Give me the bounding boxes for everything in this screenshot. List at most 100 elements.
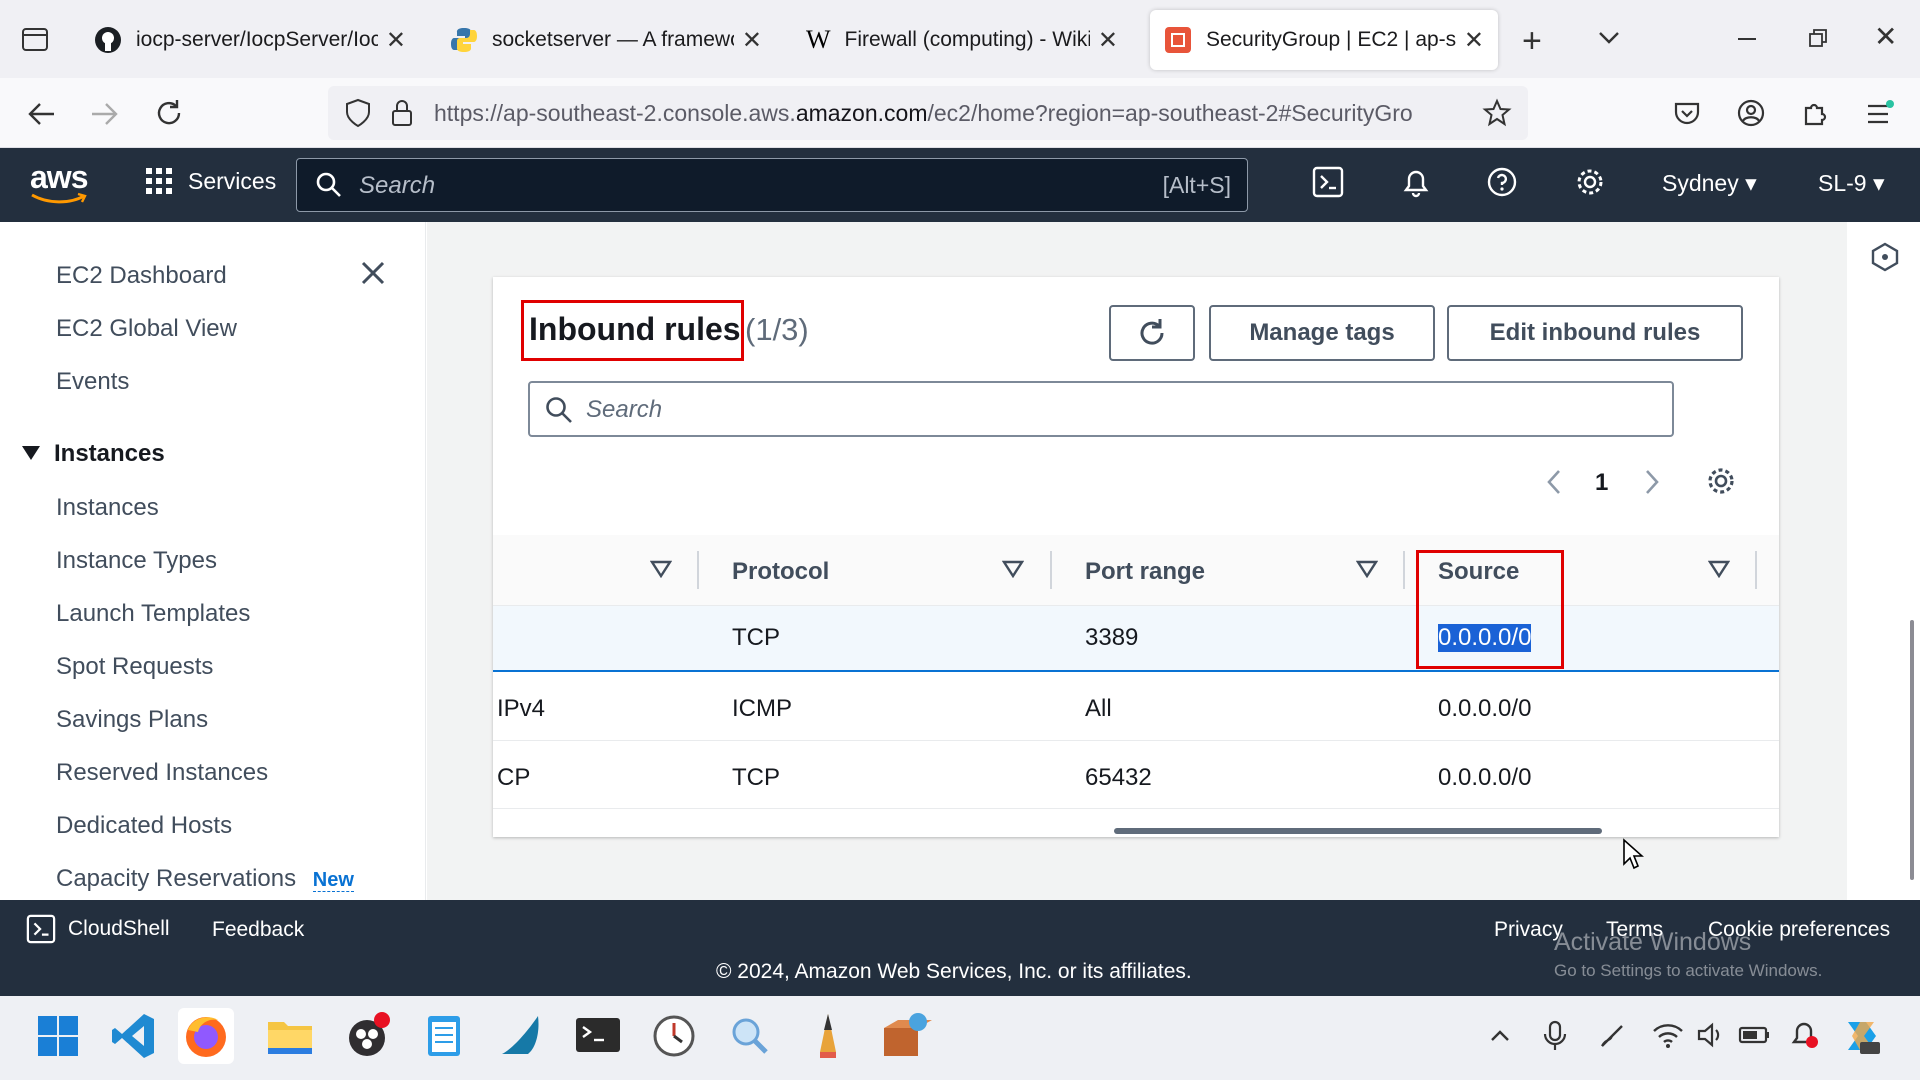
notifications-bell-icon[interactable] xyxy=(1400,166,1432,198)
tab-overflow-chevron-icon[interactable] xyxy=(1596,24,1622,50)
obs-icon[interactable] xyxy=(340,1008,396,1064)
browser-tab-active[interactable]: SecurityGroup | EC2 | ap-so ✕ xyxy=(1150,10,1498,70)
prev-page-icon[interactable] xyxy=(1543,467,1565,497)
sort-filter-icon[interactable] xyxy=(1002,560,1024,578)
notepad-icon[interactable] xyxy=(416,1008,472,1064)
volume-icon[interactable] xyxy=(1696,1020,1726,1050)
info-panel-icon[interactable] xyxy=(1870,242,1900,272)
column-divider[interactable] xyxy=(697,551,699,589)
page-scrollbar[interactable] xyxy=(1910,620,1914,880)
column-header-port-range[interactable]: Port range xyxy=(1085,558,1205,586)
current-page[interactable]: 1 xyxy=(1595,469,1608,497)
nav-spot-requests[interactable]: Spot Requests xyxy=(56,653,213,681)
next-page-icon[interactable] xyxy=(1641,467,1663,497)
tracking-shield-icon[interactable] xyxy=(344,98,372,128)
table-settings-gear-icon[interactable] xyxy=(1705,465,1737,497)
cloudshell-icon[interactable] xyxy=(1312,166,1344,198)
vscode-icon[interactable] xyxy=(106,1008,162,1064)
close-tab-icon[interactable]: ✕ xyxy=(1464,26,1484,55)
close-tab-icon[interactable]: ✕ xyxy=(1098,26,1118,55)
nav-section-instances[interactable]: Instances xyxy=(54,440,165,468)
pencil-app-icon[interactable] xyxy=(800,1008,856,1064)
clock-app-icon[interactable] xyxy=(646,1008,702,1064)
forward-icon[interactable] xyxy=(90,100,120,128)
nav-instances[interactable]: Instances xyxy=(56,494,159,522)
pen-icon[interactable] xyxy=(1598,1020,1628,1050)
minimize-icon[interactable] xyxy=(1738,38,1756,40)
wireshark-icon[interactable] xyxy=(494,1008,550,1064)
nav-instance-types[interactable]: Instance Types xyxy=(56,547,217,575)
sort-filter-icon[interactable] xyxy=(650,560,672,578)
pocket-icon[interactable] xyxy=(1672,98,1702,128)
account-menu[interactable]: SL-9 ▾ xyxy=(1818,170,1885,197)
nav-launch-templates[interactable]: Launch Templates xyxy=(56,600,250,628)
sort-filter-icon[interactable] xyxy=(1356,560,1378,578)
feedback-link[interactable]: Feedback xyxy=(212,918,304,942)
nav-savings-plans[interactable]: Savings Plans xyxy=(56,706,208,734)
cloudshell-icon xyxy=(26,914,56,944)
show-hidden-icons-chevron-icon[interactable] xyxy=(1488,1024,1512,1048)
network-tool-icon[interactable] xyxy=(876,1008,932,1064)
aws-logo[interactable]: aws xyxy=(30,161,88,204)
tab-list-icon[interactable] xyxy=(20,24,50,54)
column-header-protocol[interactable]: Protocol xyxy=(732,558,829,586)
browser-tab[interactable]: W Firewall (computing) - Wikipedia ✕ xyxy=(792,10,1132,70)
cloudshell-button[interactable]: CloudShell xyxy=(26,914,170,944)
close-tab-icon[interactable]: ✕ xyxy=(742,26,762,55)
privacy-link[interactable]: Privacy xyxy=(1494,918,1563,942)
aws-search-input[interactable]: Search [Alt+S] xyxy=(296,158,1248,212)
back-icon[interactable] xyxy=(26,100,56,128)
refresh-button[interactable] xyxy=(1109,305,1195,361)
lock-icon[interactable] xyxy=(390,98,414,128)
magnifier-app-icon[interactable] xyxy=(722,1008,778,1064)
nav-dedicated-hosts[interactable]: Dedicated Hosts xyxy=(56,812,232,840)
app-menu-icon[interactable] xyxy=(1864,100,1894,128)
reload-icon[interactable] xyxy=(154,98,184,128)
windows-watermark-subtitle: Go to Settings to activate Windows. xyxy=(1554,961,1823,980)
column-divider[interactable] xyxy=(1050,551,1052,589)
nav-capacity-reservations[interactable]: Capacity Reservations New xyxy=(56,865,354,893)
cell-source[interactable]: 0.0.0.0/0 xyxy=(1438,695,1531,723)
windows-start-icon[interactable] xyxy=(30,1008,86,1064)
bookmark-star-icon[interactable] xyxy=(1482,98,1512,128)
search-icon xyxy=(315,171,343,199)
nav-events[interactable]: Events xyxy=(56,368,129,396)
cell-source[interactable]: 0.0.0.0/0 xyxy=(1438,764,1531,792)
extensions-icon[interactable] xyxy=(1800,98,1830,128)
table-row[interactable] xyxy=(493,672,1779,741)
wifi-icon[interactable] xyxy=(1652,1020,1684,1050)
column-divider[interactable] xyxy=(1755,551,1757,589)
terminal-icon[interactable] xyxy=(570,1008,626,1064)
column-divider[interactable] xyxy=(1403,551,1405,589)
microphone-icon[interactable] xyxy=(1542,1020,1568,1052)
sort-filter-icon[interactable] xyxy=(1708,560,1730,578)
tab-title: SecurityGroup | EC2 | ap-so xyxy=(1206,28,1456,51)
browser-tab[interactable]: socketserver — A framework ✕ xyxy=(436,10,776,70)
nav-reserved-instances[interactable]: Reserved Instances xyxy=(56,759,268,787)
notification-center-icon[interactable] xyxy=(1788,1018,1820,1050)
restore-icon[interactable] xyxy=(1808,28,1828,48)
cell-type: CP xyxy=(497,764,531,791)
close-window-icon[interactable]: ✕ xyxy=(1874,20,1897,53)
firefox-icon[interactable] xyxy=(178,1008,234,1064)
help-icon[interactable] xyxy=(1486,166,1518,198)
close-sidebar-icon[interactable] xyxy=(358,258,388,288)
battery-icon[interactable] xyxy=(1738,1020,1772,1050)
nav-ec2-dashboard[interactable]: EC2 Dashboard xyxy=(56,262,227,290)
manage-tags-button[interactable]: Manage tags xyxy=(1209,305,1435,361)
close-tab-icon[interactable]: ✕ xyxy=(386,26,406,55)
address-bar[interactable]: https://ap-southeast-2.console.aws.amazo… xyxy=(328,86,1528,140)
file-explorer-icon[interactable] xyxy=(262,1008,318,1064)
services-menu-button[interactable]: Services xyxy=(144,166,276,196)
nav-ec2-global-view[interactable]: EC2 Global View xyxy=(56,315,237,343)
horizontal-scrollbar[interactable] xyxy=(1114,828,1602,834)
section-caret-down-icon[interactable] xyxy=(20,444,42,462)
account-icon[interactable] xyxy=(1736,98,1766,128)
new-tab-icon[interactable]: + xyxy=(1522,22,1542,61)
rules-search-input[interactable]: Search xyxy=(528,381,1674,437)
edit-inbound-rules-button[interactable]: Edit inbound rules xyxy=(1447,305,1743,361)
region-selector[interactable]: Sydney ▾ xyxy=(1662,170,1757,197)
copilot-icon[interactable] xyxy=(1840,1014,1884,1058)
browser-tab[interactable]: iocp-server/IocpServer/Iocp ✕ xyxy=(80,10,420,70)
settings-gear-icon[interactable] xyxy=(1574,166,1606,198)
